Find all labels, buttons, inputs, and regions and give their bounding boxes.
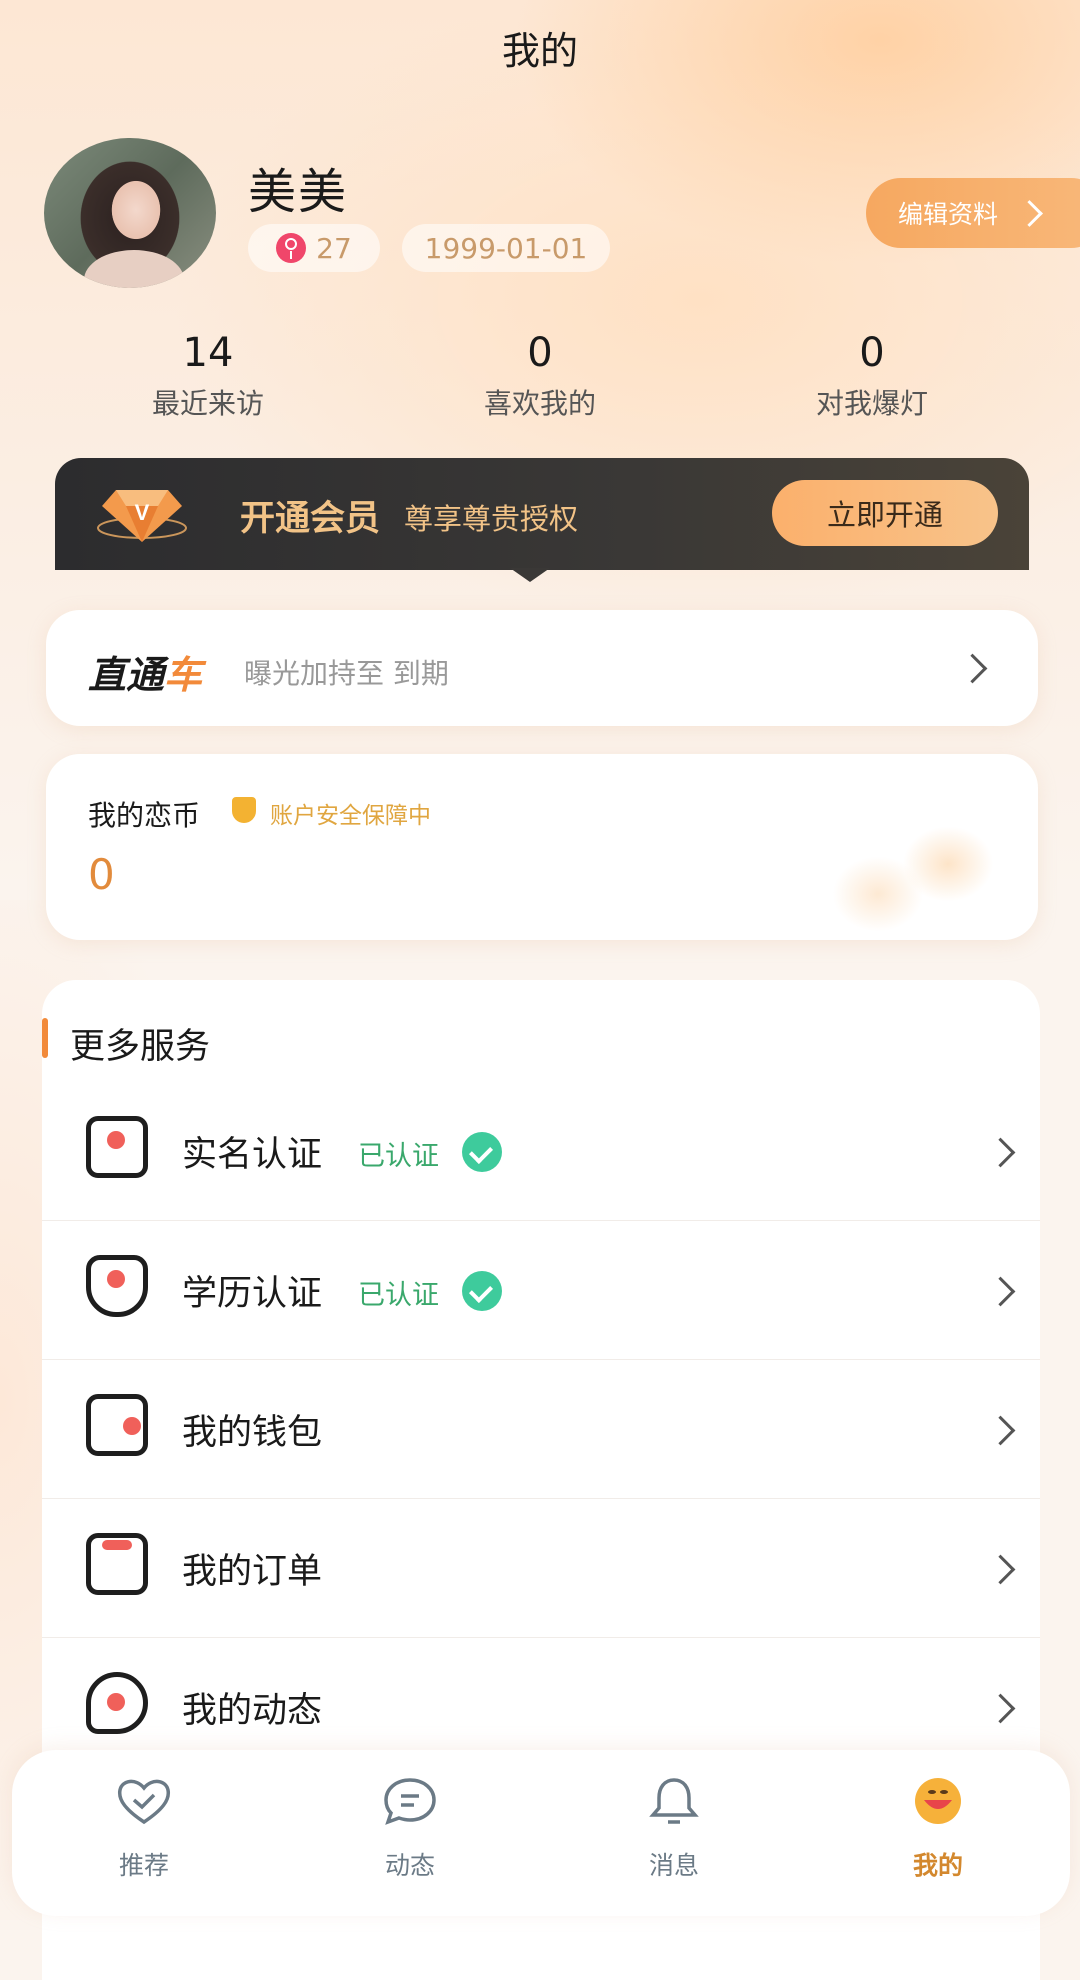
wallet-icon [86,1394,148,1456]
coin-security-note: 账户安全保障中 [270,803,431,829]
stat-value: 0 [527,330,553,376]
hearts-decoration [798,824,1008,940]
chevron-right-icon [985,1137,1016,1168]
female-icon [276,233,307,263]
diamond-icon: V [97,490,187,542]
edit-profile-label: 编辑资料 [898,200,999,229]
chevron-right-icon [985,1276,1016,1307]
stat-label: 最近来访 [151,387,264,420]
verified-check-icon [462,1132,502,1172]
stat-value: 14 [182,330,234,376]
page-title: 我的 [501,29,578,73]
chat-bubble-icon [384,1778,436,1825]
verified-check-icon [462,1271,502,1311]
coin-title: 我的恋币 [88,799,201,832]
stat-recent-visitors[interactable]: 14 最近来访 [58,330,358,422]
section-accent-bar [42,1018,48,1058]
service-row-education[interactable]: 学历认证 已认证 [42,1221,1040,1360]
svg-text:V: V [135,500,150,525]
order-icon [86,1533,148,1595]
shield-icon [232,797,256,823]
service-label: 实名认证 [182,1135,323,1175]
service-label: 学历认证 [182,1274,323,1314]
age-badge: 27 [248,224,380,272]
tab-label: 动态 [384,1851,435,1880]
stat-liked-me[interactable]: 0 喜欢我的 [390,330,690,422]
shield-user-icon [86,1255,148,1317]
verified-status: 已认证 [358,1141,439,1172]
chevron-right-icon [985,1415,1016,1446]
smiley-face-icon [915,1778,961,1824]
age-value: 27 [316,231,352,265]
service-row-real-name[interactable]: 实名认证 已认证 [42,1082,1040,1221]
stat-spotlight[interactable]: 0 对我爆灯 [722,330,1022,422]
stat-label: 喜欢我的 [483,387,596,420]
tab-recommend[interactable]: 推荐 [64,1776,224,1882]
services-title: 更多服务 [70,1027,211,1067]
service-row-wallet[interactable]: 我的钱包 [42,1360,1040,1499]
user-name: 美美 [248,164,349,220]
avatar[interactable] [44,138,216,288]
tab-moments[interactable]: 动态 [330,1776,490,1882]
birthday-badge: 1999-01-01 [402,224,610,272]
tab-label: 推荐 [118,1851,169,1880]
express-logo: 直通车 [88,644,202,699]
service-label: 我的动态 [182,1691,323,1731]
stat-value: 0 [859,330,885,376]
service-row-orders[interactable]: 我的订单 [42,1499,1040,1638]
coin-balance: 0 [88,850,115,899]
tab-label: 消息 [648,1851,699,1880]
service-label: 我的订单 [182,1552,323,1592]
id-card-icon [86,1116,148,1178]
vip-banner-notch [510,568,550,582]
chevron-right-icon [985,1554,1016,1585]
tab-label: 我的 [912,1851,963,1880]
edit-profile-button[interactable]: 编辑资料 [866,178,1080,248]
express-status: 曝光加持至 到期 [244,657,449,690]
tab-mine[interactable]: 我的 [858,1776,1018,1882]
chevron-right-icon [985,1693,1016,1724]
stat-label: 对我爆灯 [815,387,928,420]
verified-status: 已认证 [358,1280,439,1311]
vip-activate-button[interactable]: 立即开通 [772,480,998,546]
vip-subtitle: 尊享尊贵授权 [404,502,579,536]
hashtag-chat-icon [86,1672,148,1734]
service-label: 我的钱包 [182,1413,323,1453]
vip-title: 开通会员 [240,499,381,539]
express-logo-accent: 车 [164,653,203,697]
heart-check-icon [117,1779,171,1825]
tab-messages[interactable]: 消息 [594,1776,754,1882]
express-logo-text: 直通 [88,653,165,697]
chevron-right-icon [1016,199,1043,227]
bell-icon [649,1778,699,1824]
coin-card[interactable] [46,754,1038,940]
